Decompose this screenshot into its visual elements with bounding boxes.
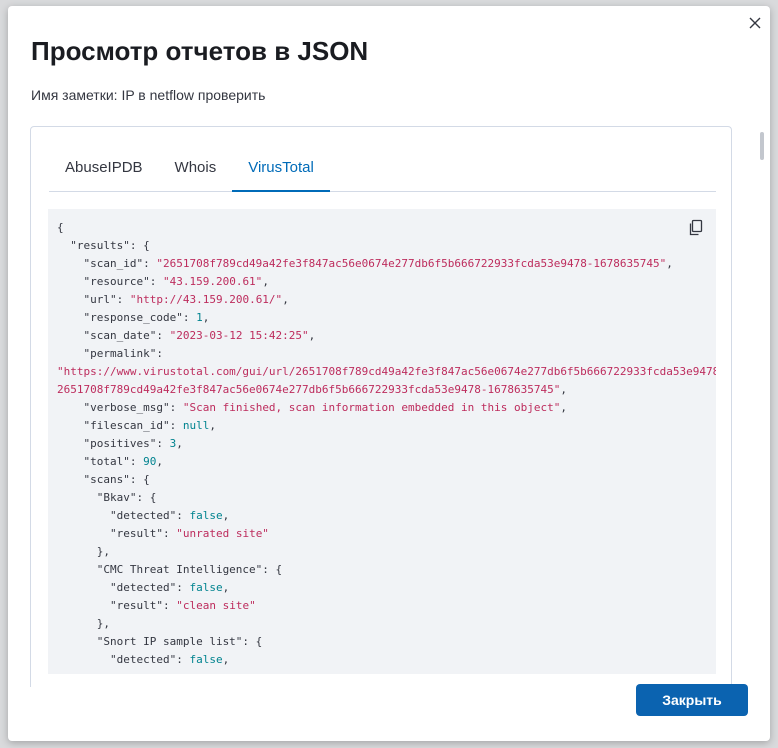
- tab-virustotal[interactable]: VirusTotal: [232, 149, 330, 192]
- json-key: "results": {: [57, 239, 150, 252]
- json-key: "Snort IP sample list": {: [57, 635, 263, 648]
- json-line: "scan_date": "2023-03-12 15:42:25",: [57, 329, 315, 342]
- json-key: ,: [156, 455, 163, 468]
- json-key: ,: [560, 383, 567, 396]
- json-key: {: [57, 221, 64, 234]
- json-string: "2023-03-12 15:42:25": [169, 329, 309, 342]
- json-line: "detected": false,: [57, 653, 229, 666]
- close-icon[interactable]: [746, 14, 764, 32]
- json-string: "clean site": [176, 599, 256, 612]
- json-key: ,: [666, 257, 673, 270]
- json-line: "results": {: [57, 239, 150, 252]
- json-string: "2651708f789cd49a42fe3f847ac56e0674e277d…: [156, 257, 667, 270]
- json-key: "response_code":: [57, 311, 197, 324]
- json-line: "verbose_msg": "Scan finished, scan info…: [57, 401, 567, 414]
- modal-title: Просмотр отчетов в JSON: [31, 36, 369, 66]
- json-key: },: [57, 545, 110, 558]
- json-line: "Bkav": {: [57, 491, 157, 504]
- json-key: "Bkav": {: [57, 491, 157, 504]
- json-key: ,: [560, 401, 567, 414]
- json-literal: false: [189, 509, 223, 522]
- json-line: "detected": false,: [57, 509, 229, 522]
- json-line: "url": "http://43.159.200.61/",: [57, 293, 289, 306]
- report-panel: AbuseIPDB Whois VirusTotal { "results": …: [30, 126, 732, 687]
- json-line: "resource": "43.159.200.61",: [57, 275, 269, 288]
- json-key: "verbose_msg":: [57, 401, 183, 414]
- json-key: },: [57, 617, 110, 630]
- json-string: "http://43.159.200.61/": [129, 293, 283, 306]
- json-report-modal: Просмотр отчетов в JSON Имя заметки: IP …: [8, 6, 770, 741]
- json-line: "scans": {: [57, 473, 150, 486]
- json-key: "scan_date":: [57, 329, 170, 342]
- json-key: ,: [176, 437, 183, 450]
- json-key: "positives":: [57, 437, 170, 450]
- json-line: },: [57, 545, 110, 558]
- json-key: ,: [222, 653, 230, 666]
- json-literal: 90: [143, 455, 157, 468]
- json-literal: false: [189, 581, 223, 594]
- json-code-block[interactable]: { "results": { "scan_id": "2651708f789cd…: [48, 209, 716, 674]
- json-line: "CMC Threat Intelligence": {: [57, 563, 282, 576]
- json-literal: null: [182, 419, 210, 432]
- json-key: "CMC Threat Intelligence": {: [57, 563, 283, 576]
- json-string: "Scan finished, scan information embedde…: [182, 401, 561, 414]
- json-line: "scan_id": "2651708f789cd49a42fe3f847ac5…: [57, 257, 673, 270]
- json-string: "https://www.virustotal.com/gui/url/2651…: [57, 365, 716, 378]
- json-line: "filescan_id": null,: [57, 419, 216, 432]
- json-key: ,: [308, 329, 316, 342]
- json-key: "total":: [57, 455, 144, 468]
- json-line: "positives": 3,: [57, 437, 183, 450]
- json-key: ,: [222, 581, 230, 594]
- modal-scrollbar[interactable]: [760, 132, 764, 160]
- tab-whois[interactable]: Whois: [159, 149, 233, 191]
- tab-abuseipdb[interactable]: AbuseIPDB: [49, 149, 159, 191]
- json-key: ,: [262, 275, 269, 288]
- json-key: "detected":: [57, 509, 190, 522]
- json-content: { "results": { "scan_id": "2651708f789cd…: [48, 209, 716, 669]
- json-line: "result": "clean site": [57, 599, 256, 612]
- json-key: "url":: [57, 293, 130, 306]
- json-line: "response_code": 1,: [57, 311, 209, 324]
- json-string: "unrated site": [176, 527, 269, 540]
- json-key: "permalink":: [57, 347, 163, 360]
- json-line: "detected": false,: [57, 581, 229, 594]
- json-line: },: [57, 617, 110, 630]
- report-tabs: AbuseIPDB Whois VirusTotal: [49, 149, 716, 192]
- json-line: {: [57, 221, 64, 234]
- json-key: ,: [282, 293, 289, 306]
- json-literal: 1: [196, 311, 203, 324]
- note-name-subtitle: Имя заметки: IP в netflow проверить: [31, 87, 266, 103]
- close-button[interactable]: Закрыть: [636, 684, 748, 716]
- json-string: 2651708f789cd49a42fe3f847ac56e0674e277db…: [57, 383, 561, 396]
- json-literal: false: [189, 653, 223, 666]
- json-key: ,: [202, 311, 210, 324]
- json-line: "total": 90,: [57, 455, 163, 468]
- json-key: "detected":: [57, 653, 190, 666]
- json-line: "Snort IP sample list": {: [57, 635, 263, 648]
- json-key: "resource":: [57, 275, 163, 288]
- json-string: "43.159.200.61": [162, 275, 263, 288]
- json-key: ,: [209, 419, 216, 432]
- json-key: "result":: [57, 527, 177, 540]
- json-key: "scans": {: [57, 473, 150, 486]
- copy-icon[interactable]: [688, 219, 704, 237]
- json-key: "detected":: [57, 581, 190, 594]
- json-line: "https://www.virustotal.com/gui/url/2651…: [57, 365, 716, 378]
- json-key: ,: [222, 509, 230, 522]
- json-key: "scan_id":: [57, 257, 157, 270]
- json-key: "result":: [57, 599, 177, 612]
- json-key: "filescan_id":: [57, 419, 183, 432]
- json-line: 2651708f789cd49a42fe3f847ac56e0674e277db…: [57, 383, 567, 396]
- json-line: "permalink":: [57, 347, 163, 360]
- json-line: "result": "unrated site": [57, 527, 269, 540]
